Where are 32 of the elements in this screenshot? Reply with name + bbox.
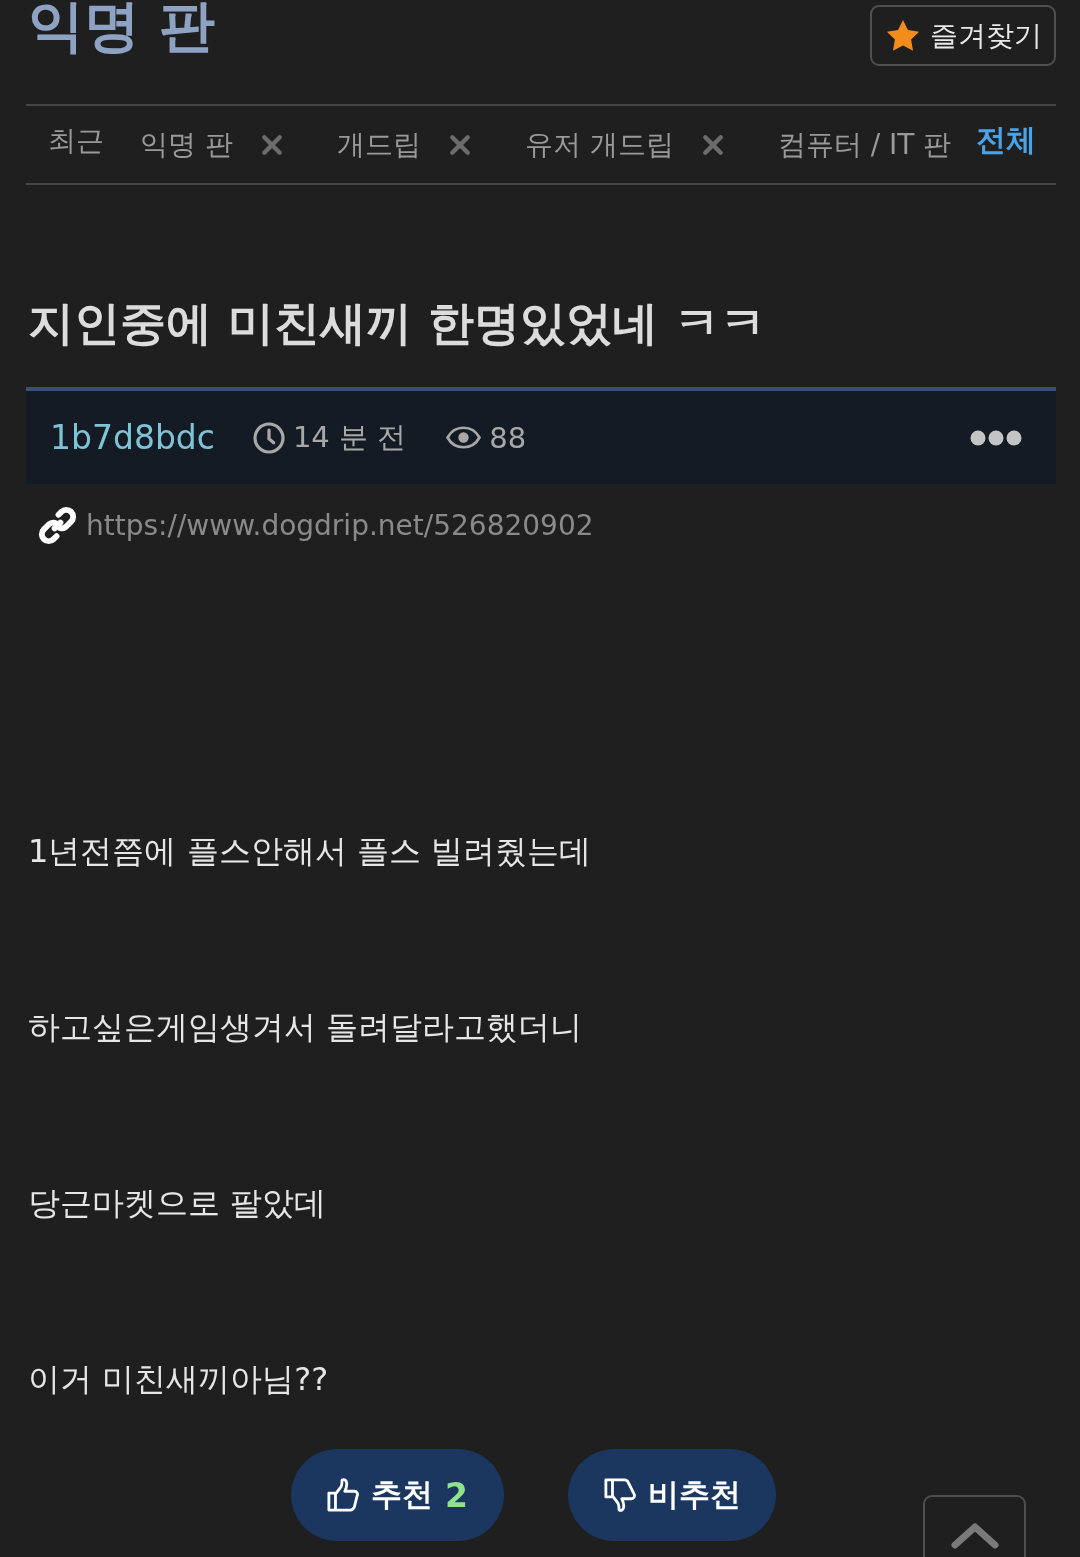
thumbs-down-icon bbox=[603, 1478, 636, 1512]
favorite-button[interactable]: 즐겨찾기 bbox=[870, 5, 1056, 66]
post-paragraph: 이거 미친새끼아님?? bbox=[28, 1359, 330, 1400]
recent-board-link[interactable]: 개드립 bbox=[336, 125, 421, 164]
scroll-to-top-button[interactable] bbox=[923, 1495, 1026, 1557]
recent-board-link[interactable]: 익명 판 bbox=[140, 125, 233, 164]
post-url[interactable]: https://www.dogdrip.net/526820902 bbox=[86, 508, 594, 542]
post-time: 14 분 전 bbox=[292, 418, 407, 456]
chevron-up-icon bbox=[950, 1521, 999, 1549]
post-title: 지인중에 미친새끼 한명있었네 ㅋㅋ bbox=[28, 295, 768, 351]
more-icon[interactable] bbox=[970, 429, 1022, 446]
upvote-button[interactable]: 추천 2 bbox=[291, 1449, 504, 1541]
close-icon[interactable] bbox=[701, 133, 724, 156]
recent-label: 최근 bbox=[48, 122, 104, 159]
upvote-count: 2 bbox=[445, 1475, 468, 1515]
downvote-button[interactable]: 비추천 bbox=[568, 1449, 776, 1541]
board-title: 익명 판 bbox=[28, 0, 216, 58]
close-icon[interactable] bbox=[448, 133, 471, 156]
close-icon[interactable] bbox=[260, 133, 283, 156]
author-name[interactable]: 1b7d8bdc bbox=[50, 418, 215, 457]
thumbs-up-icon bbox=[327, 1478, 359, 1512]
link-icon bbox=[38, 505, 77, 545]
star-icon bbox=[886, 19, 920, 52]
all-boards-link[interactable]: 전체 bbox=[976, 120, 1036, 161]
view-count: 88 bbox=[489, 420, 527, 455]
recent-board-link[interactable]: 유저 개드립 bbox=[524, 125, 674, 164]
eye-icon bbox=[446, 426, 482, 449]
clock-icon bbox=[252, 421, 285, 454]
post-paragraph: 하고싶은게임생겨서 돌려달라고했더니 bbox=[28, 1007, 584, 1048]
post-paragraph: 당근마켓으로 팔았데 bbox=[28, 1183, 328, 1224]
post-paragraph: 1년전쯤에 플스안해서 플스 빌려줬는데 bbox=[28, 831, 592, 872]
recent-board-link[interactable]: 컴퓨터 / IT 판 bbox=[777, 125, 952, 164]
